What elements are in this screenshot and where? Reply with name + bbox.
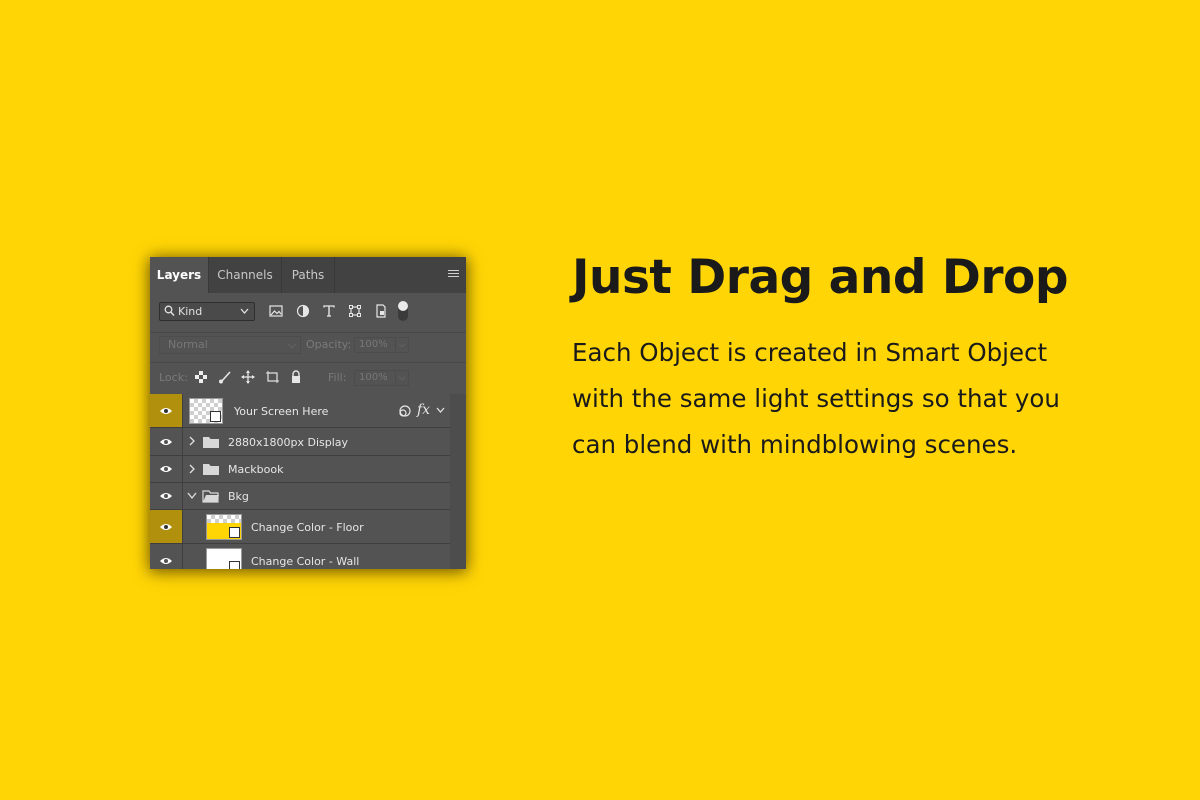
smart-object-filter-icon[interactable] — [373, 303, 389, 319]
panel-menu-icon[interactable] — [448, 270, 459, 280]
layer-row-change-color-floor[interactable]: Change Color - Floor — [150, 510, 450, 544]
lock-row: Lock: Fill: 100% ⌵ — [150, 362, 466, 393]
promo-body-text: Each Object is created in Smart Object w… — [572, 338, 1060, 459]
layer-row-your-screen-here[interactable]: Your Screen Here fx — [150, 394, 450, 428]
adjustment-filter-icon[interactable] — [295, 303, 311, 319]
chevron-down-icon — [240, 305, 249, 320]
eye-icon — [160, 407, 172, 414]
type-filter-icon[interactable] — [321, 303, 337, 319]
filter-row: Kind — [150, 297, 466, 327]
visibility-toggle[interactable] — [150, 456, 183, 482]
layer-name: Change Color - Floor — [251, 521, 364, 534]
lock-position-icon[interactable] — [241, 370, 255, 384]
layer-name: Mackbook — [228, 463, 284, 476]
lock-image-pixels-icon[interactable] — [218, 370, 232, 384]
blend-mode-value: Normal — [168, 338, 208, 351]
layer-thumbnail — [189, 398, 223, 424]
lock-all-icon[interactable] — [289, 370, 303, 384]
fill-dropdown-icon[interactable]: ⌵ — [395, 370, 409, 386]
layer-thumbnail — [206, 514, 242, 540]
open-folder-icon — [202, 489, 220, 506]
visibility-toggle[interactable] — [150, 483, 183, 509]
eye-icon — [160, 466, 172, 472]
layers-panel-container: Layers Channels Paths Kind Normal ⌵ Opac… — [145, 252, 475, 574]
tab-layers[interactable]: Layers — [150, 257, 209, 293]
layer-name: 2880x1800px Display — [228, 436, 349, 449]
kind-filter-select[interactable]: Kind — [159, 302, 255, 321]
eye-icon — [160, 557, 172, 564]
opacity-field[interactable]: 100% — [354, 337, 396, 353]
layer-row-bkg[interactable]: Bkg — [150, 483, 450, 510]
chevron-down-icon: ⌵ — [287, 338, 296, 351]
chevron-down-icon[interactable] — [186, 490, 198, 505]
opacity-dropdown-icon[interactable]: ⌵ — [395, 337, 409, 353]
visibility-toggle[interactable] — [150, 428, 183, 455]
layer-name: Change Color - Wall — [251, 555, 360, 568]
kind-filter-label: Kind — [178, 305, 203, 318]
layers-panel: Layers Channels Paths Kind Normal ⌵ Opac… — [150, 257, 466, 569]
layer-name: Your Screen Here — [234, 405, 329, 418]
layer-thumbnail — [206, 548, 242, 569]
image-filter-icon[interactable] — [268, 303, 284, 319]
layer-row-mackbook[interactable]: Mackbook — [150, 456, 450, 483]
smart-object-badge-icon — [229, 561, 240, 569]
filter-toggle-switch[interactable] — [398, 301, 408, 321]
chevron-right-icon[interactable] — [188, 463, 196, 478]
lock-artboard-icon[interactable] — [265, 370, 279, 384]
layer-row-change-color-wall[interactable]: Change Color - Wall — [150, 544, 450, 569]
lock-label: Lock: — [159, 371, 188, 384]
fill-label: Fill: — [328, 371, 347, 384]
layer-name: Bkg — [228, 490, 249, 503]
folder-icon — [202, 435, 220, 452]
eye-icon — [160, 438, 172, 445]
layer-list: Your Screen Here fx 2880x1800px Display … — [150, 394, 450, 569]
layer-row-2880x1800px-display[interactable]: 2880x1800px Display — [150, 428, 450, 456]
panel-tab-bar: Layers Channels Paths — [150, 257, 466, 293]
shape-filter-icon[interactable] — [347, 303, 363, 319]
visibility-toggle[interactable] — [150, 394, 183, 427]
visibility-toggle[interactable] — [150, 510, 183, 543]
eye-icon — [160, 523, 172, 530]
fx-icon[interactable]: fx — [417, 402, 430, 418]
visibility-toggle[interactable] — [150, 544, 183, 569]
layer-list-scrollbar[interactable] — [450, 394, 466, 569]
tab-paths[interactable]: Paths — [282, 257, 335, 293]
search-icon — [164, 305, 175, 320]
smart-object-badge-icon — [229, 527, 240, 538]
opacity-label: Opacity: — [306, 338, 352, 351]
tab-channels[interactable]: Channels — [209, 257, 282, 293]
layer-effects-link-icon[interactable] — [398, 404, 412, 421]
chevron-down-icon[interactable] — [436, 404, 445, 419]
blend-row: Normal ⌵ Opacity: 100% ⌵ — [150, 332, 466, 359]
folder-icon — [202, 462, 220, 479]
eye-icon — [160, 493, 172, 499]
fill-field[interactable]: 100% — [354, 370, 396, 386]
blend-mode-select[interactable]: Normal ⌵ — [159, 336, 301, 354]
promo-headline: Just Drag and Drop — [572, 250, 1068, 305]
smart-object-badge-icon — [210, 411, 221, 422]
lock-transparent-pixels-icon[interactable] — [194, 370, 208, 384]
chevron-right-icon[interactable] — [188, 435, 196, 450]
